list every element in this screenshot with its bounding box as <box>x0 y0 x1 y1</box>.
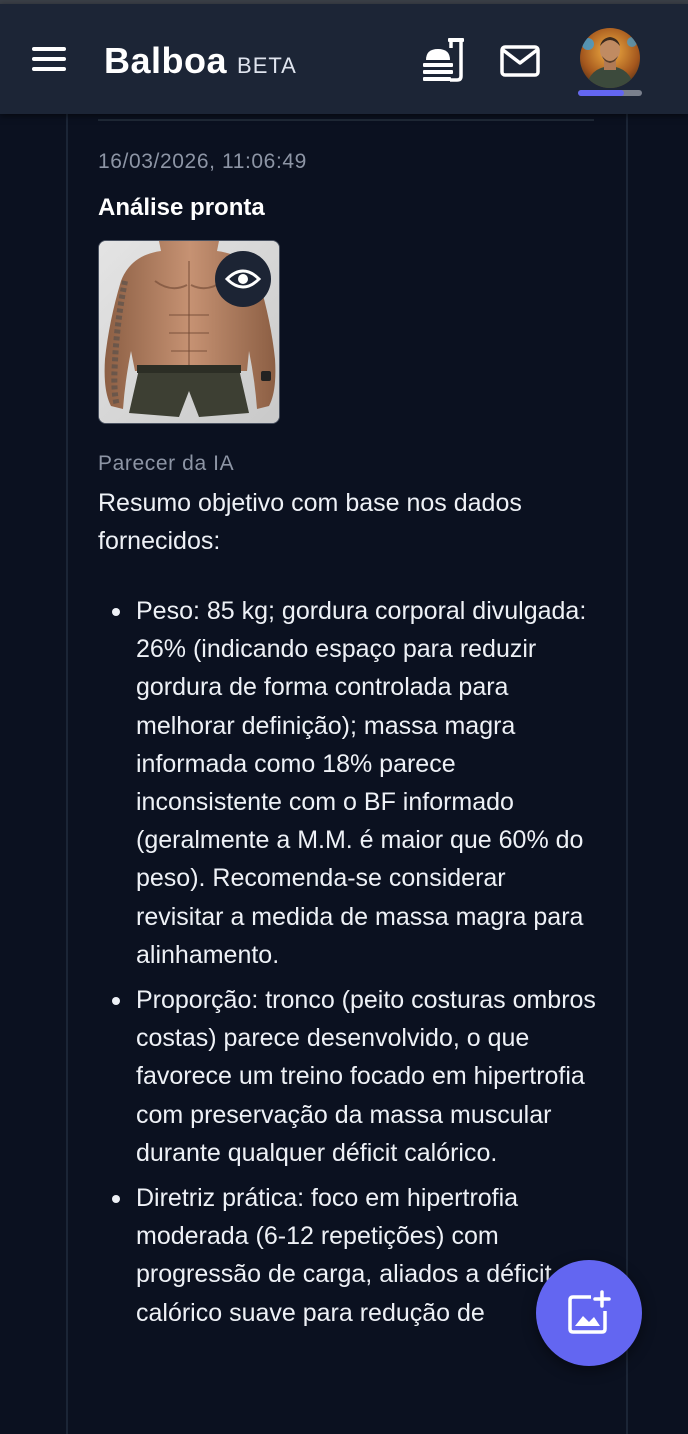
food-tray-icon[interactable] <box>420 34 468 86</box>
avatar-progress-bar <box>578 90 642 96</box>
add-photo-icon <box>568 1290 611 1334</box>
eye-icon[interactable] <box>215 251 271 307</box>
analysis-card: 16/03/2026, 11:06:49 Análise pronta Pare… <box>66 114 628 1434</box>
ai-opinion-label: Parecer da IA <box>98 452 235 475</box>
hamburger-menu-icon[interactable] <box>30 44 70 74</box>
beta-badge: BETA <box>237 53 297 78</box>
analysis-timestamp: 16/03/2026, 11:06:49 <box>98 150 307 173</box>
brand[interactable]: Balboa BETA <box>104 40 297 82</box>
user-avatar[interactable] <box>576 26 644 98</box>
body-photo-thumbnail[interactable] <box>98 240 280 424</box>
ai-summary-intro: Resumo objetivo com base nos dados forne… <box>98 489 522 555</box>
divider <box>98 119 594 121</box>
list-item: Peso: 85 kg; gordura corporal divulgada:… <box>98 592 598 974</box>
list-item: Diretriz prática: foco em hipertrofia mo… <box>98 1179 598 1332</box>
list-item: Proporção: tronco (peito costuras ombros… <box>98 981 598 1172</box>
avatar-progress-fill <box>578 90 625 96</box>
top-app-bar: Balboa BETA <box>0 4 688 114</box>
add-photo-button[interactable] <box>536 1260 642 1366</box>
app-name: Balboa <box>104 40 228 81</box>
ai-summary-list: Peso: 85 kg; gordura corporal divulgada:… <box>98 592 598 1339</box>
mail-icon[interactable] <box>498 42 544 82</box>
analysis-status: Análise pronta <box>98 194 265 221</box>
